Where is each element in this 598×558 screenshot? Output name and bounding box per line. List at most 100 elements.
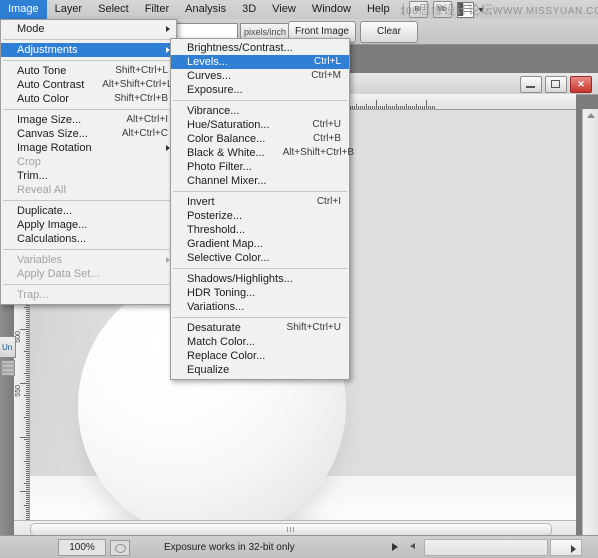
image-menu-item-auto-tone[interactable]: Auto Tone Shift+Ctrl+L bbox=[1, 64, 176, 78]
adjustments-menu-item-brightness-contrast[interactable]: Brightness/Contrast... bbox=[171, 41, 349, 55]
status-bar: 100% Exposure works in 32-bit only bbox=[0, 535, 598, 558]
image-menu-item-reveal-all: Reveal All bbox=[1, 183, 176, 197]
menu-filter[interactable]: Filter bbox=[137, 0, 177, 19]
image-menu-item-image-size[interactable]: Image Size... Alt+Ctrl+I bbox=[1, 113, 176, 127]
image-menu-separator bbox=[3, 109, 174, 110]
adjustments-menu-item-exposure[interactable]: Exposure... bbox=[171, 83, 349, 97]
image-menu-dropdown[interactable]: Mode Adjustments Auto Tone Shift+Ctrl+L Auto… bbox=[0, 19, 177, 305]
adjustments-menu-item-replace-color[interactable]: Replace Color... bbox=[171, 349, 349, 363]
image-menu-item-image-rotation[interactable]: Image Rotation bbox=[1, 141, 176, 155]
ruler-tick bbox=[26, 489, 29, 490]
zoom-level-input[interactable]: 100% bbox=[58, 539, 106, 556]
adjustments-menu-item-desaturate[interactable]: Desaturate Shift+Ctrl+U bbox=[171, 321, 349, 335]
menu-item-label: Black & White... bbox=[187, 147, 265, 159]
status-scroll-right-button[interactable] bbox=[550, 539, 582, 556]
adjustments-menu-item-selective-color[interactable]: Selective Color... bbox=[171, 251, 349, 265]
ruler-tick bbox=[382, 106, 383, 109]
adjustments-menu-item-levels[interactable]: Levels... Ctrl+L bbox=[171, 55, 349, 69]
menu-item-label: HDR Toning... bbox=[187, 287, 256, 299]
ruler-tick bbox=[26, 431, 29, 432]
adjustments-menu-item-invert[interactable]: Invert Ctrl+I bbox=[171, 195, 349, 209]
image-menu-item-apply-data-set: Apply Data Set... bbox=[1, 267, 176, 281]
ruler-tick bbox=[404, 106, 405, 109]
ruler-tick bbox=[380, 106, 381, 109]
adjustments-menu-item-channel-mixer[interactable]: Channel Mixer... bbox=[171, 174, 349, 188]
ruler-tick bbox=[26, 337, 29, 338]
status-expand-icon[interactable] bbox=[392, 543, 398, 551]
ruler-tick bbox=[26, 355, 29, 356]
menu-select[interactable]: Select bbox=[90, 0, 137, 19]
status-scroll-left-icon[interactable] bbox=[410, 543, 415, 549]
menu-item-label: Match Color... bbox=[187, 336, 255, 348]
ruler-tick bbox=[394, 106, 395, 109]
adjustments-menu-item-black-white[interactable]: Black & White... Alt+Shift+Ctrl+B bbox=[171, 146, 354, 160]
status-scroll-track[interactable] bbox=[424, 539, 548, 556]
ruler-tick bbox=[24, 307, 29, 308]
ruler-tick bbox=[24, 461, 29, 462]
minimize-button[interactable] bbox=[520, 76, 542, 93]
image-menu-item-auto-contrast[interactable]: Auto Contrast Alt+Shift+Ctrl+L bbox=[1, 78, 176, 92]
ruler-tick bbox=[26, 311, 29, 312]
adjustments-menu-item-threshold[interactable]: Threshold... bbox=[171, 223, 349, 237]
clear-button[interactable]: Clear bbox=[360, 21, 418, 43]
image-menu-item-trim[interactable]: Trim... bbox=[1, 169, 176, 183]
menu-analysis[interactable]: Analysis bbox=[177, 0, 234, 19]
adjustments-menu-item-photo-filter[interactable]: Photo Filter... bbox=[171, 160, 349, 174]
ruler-tick bbox=[26, 401, 29, 402]
menu-help[interactable]: Help bbox=[359, 0, 398, 19]
ruler-tick bbox=[24, 395, 29, 396]
image-menu-item-duplicate[interactable]: Duplicate... bbox=[1, 204, 176, 218]
ruler-tick bbox=[26, 435, 29, 436]
image-menu-separator bbox=[3, 39, 174, 40]
adjustments-menu-item-hue-saturation[interactable]: Hue/Saturation... Ctrl+U bbox=[171, 118, 349, 132]
image-menu-item-adjustments[interactable]: Adjustments bbox=[1, 43, 176, 57]
close-button[interactable]: ✕ bbox=[570, 76, 592, 93]
document-info-icon[interactable] bbox=[110, 540, 130, 556]
image-menu-item-crop: Crop bbox=[1, 155, 176, 169]
image-menu-item-mode[interactable]: Mode bbox=[1, 22, 176, 36]
menu-window[interactable]: Window bbox=[304, 0, 359, 19]
ruler-tick bbox=[26, 425, 29, 426]
adjustments-menu-item-curves[interactable]: Curves... Ctrl+M bbox=[171, 69, 349, 83]
ruler-tick bbox=[26, 341, 29, 342]
adjustments-menu-item-match-color[interactable]: Match Color... bbox=[171, 335, 349, 349]
horizontal-scrollbar[interactable] bbox=[14, 520, 576, 536]
menu-image[interactable]: Image bbox=[0, 0, 47, 19]
adjustments-menu-item-variations[interactable]: Variations... bbox=[171, 300, 349, 314]
ruler-tick bbox=[26, 333, 29, 334]
image-menu-item-calculations[interactable]: Calculations... bbox=[1, 232, 176, 246]
adjustments-submenu[interactable]: Brightness/Contrast... Levels... Ctrl+L Cur… bbox=[170, 38, 354, 380]
ruler-tick bbox=[372, 106, 373, 109]
adjustments-menu-item-vibrance[interactable]: Vibrance... bbox=[171, 104, 349, 118]
panel-thumbnail[interactable] bbox=[1, 360, 15, 376]
menu-item-label: Selective Color... bbox=[187, 252, 270, 264]
adjustments-menu-item-hdr-toning[interactable]: HDR Toning... bbox=[171, 286, 349, 300]
menu-layer[interactable]: Layer bbox=[47, 0, 91, 19]
adjustments-menu-item-posterize[interactable]: Posterize... bbox=[171, 209, 349, 223]
ruler-tick bbox=[24, 417, 29, 418]
adjustments-menu-item-equalize[interactable]: Equalize bbox=[171, 363, 349, 377]
ruler-tick bbox=[26, 349, 29, 350]
menu-item-label: Reveal All bbox=[17, 184, 66, 196]
ruler-tick bbox=[26, 323, 29, 324]
menu-item-label: Channel Mixer... bbox=[187, 175, 267, 187]
adjustments-menu-item-gradient-map[interactable]: Gradient Map... bbox=[171, 237, 349, 251]
image-menu-item-apply-image[interactable]: Apply Image... bbox=[1, 218, 176, 232]
menu-view[interactable]: View bbox=[264, 0, 304, 19]
ruler-tick bbox=[26, 441, 29, 442]
ruler-tick bbox=[26, 363, 29, 364]
ruler-tick bbox=[26, 313, 29, 314]
maximize-button[interactable] bbox=[545, 76, 567, 93]
image-menu-item-variables: Variables bbox=[1, 253, 176, 267]
menu-3d[interactable]: 3D bbox=[234, 0, 264, 19]
scroll-up-icon[interactable] bbox=[587, 113, 595, 118]
adjustments-menu-item-color-balance[interactable]: Color Balance... Ctrl+B bbox=[171, 132, 349, 146]
ruler-tick bbox=[26, 365, 29, 366]
image-menu-item-canvas-size[interactable]: Canvas Size... Alt+Ctrl+C bbox=[1, 127, 176, 141]
vertical-scrollbar[interactable] bbox=[582, 109, 598, 558]
ruler-tick bbox=[378, 106, 379, 109]
collapsed-panel-tab[interactable]: Un bbox=[0, 336, 16, 358]
adjustments-menu-item-shadows-highlights[interactable]: Shadows/Highlights... bbox=[171, 272, 349, 286]
image-menu-item-auto-color[interactable]: Auto Color Shift+Ctrl+B bbox=[1, 92, 176, 106]
ruler-tick bbox=[26, 397, 29, 398]
